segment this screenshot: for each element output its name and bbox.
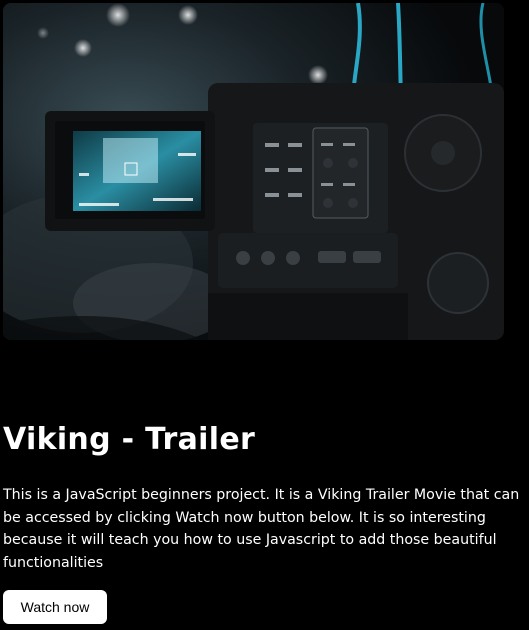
- description-text: This is a JavaScript beginners project. …: [3, 487, 520, 572]
- hero-image: [3, 3, 504, 340]
- watch-now-button[interactable]: Watch now: [3, 590, 107, 624]
- page-title: Viking - Trailer: [3, 422, 256, 457]
- camcorder-photo: [3, 3, 504, 340]
